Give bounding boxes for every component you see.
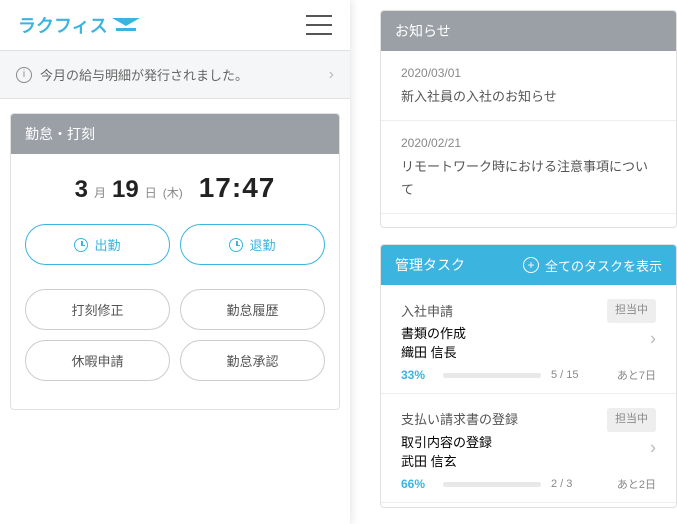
right-panel: お知らせ 2020/03/01 新入社員の入社のお知らせ 2020/02/21 … xyxy=(350,0,677,524)
news-item[interactable]: 2020/03/01 新入社員の入社のお知らせ xyxy=(381,51,676,121)
clock-out-label: 退勤 xyxy=(249,235,275,254)
news-item[interactable]: 2020/02/21 リモートワーク時における注意事項について xyxy=(381,121,676,214)
clock-icon xyxy=(74,238,88,252)
chevron-right-icon: › xyxy=(650,329,656,350)
task-subtitle: 書類の作成 xyxy=(401,323,656,342)
app-header: ラクフィス xyxy=(0,0,350,50)
progress-percent: 33% xyxy=(401,368,433,382)
clock-out-button[interactable]: 退勤 xyxy=(180,224,325,265)
month-value: 3 xyxy=(75,176,88,204)
attendance-approve-button[interactable]: 勤怠承認 xyxy=(180,340,325,381)
attendance-history-button[interactable]: 勤怠履歴 xyxy=(180,289,325,330)
month-unit: 月 xyxy=(94,184,106,201)
task-progress: 66% 2 / 3 あと2日 xyxy=(401,476,656,492)
leave-request-button[interactable]: 休暇申請 xyxy=(25,340,170,381)
chevron-right-icon: › xyxy=(329,66,334,84)
plus-circle-icon: + xyxy=(523,257,539,273)
brand-logo-icon xyxy=(112,18,140,32)
task-item[interactable]: 支払い請求書の登録 担当中 取引内容の登録 武田 信玄 › 66% 2 / 3 … xyxy=(381,394,676,503)
task-item-truncated[interactable]: 氏名変更申請 担当中 xyxy=(381,503,676,508)
news-title: お知らせ xyxy=(381,11,676,51)
progress-counts: 5 / 15 xyxy=(551,369,596,381)
left-panel: ラクフィス i 今月の給与明細が発行されました。 › 勤怠・打刻 3 月 19 … xyxy=(0,0,350,524)
more-label: もっと見る xyxy=(582,226,647,228)
edit-stamp-button[interactable]: 打刻修正 xyxy=(25,289,170,330)
clock-in-button[interactable]: 出勤 xyxy=(25,224,170,265)
progress-bar xyxy=(443,482,541,487)
time-value: 17:47 xyxy=(199,172,276,204)
news-card: お知らせ 2020/03/01 新入社員の入社のお知らせ 2020/02/21 … xyxy=(380,10,677,228)
news-text: 新入社員の入社のお知らせ xyxy=(401,85,656,108)
progress-counts: 2 / 3 xyxy=(551,478,596,490)
chevron-right-icon: › xyxy=(651,227,656,229)
status-badge: 担当中 xyxy=(607,299,656,323)
attendance-card: 勤怠・打刻 3 月 19 日 (木) 17:47 出勤 退勤 xyxy=(10,113,340,410)
tasks-title: 管理タスク xyxy=(395,255,465,275)
news-more-button[interactable]: もっと見る › xyxy=(381,214,676,228)
news-date: 2020/02/21 xyxy=(401,133,656,155)
progress-percent: 66% xyxy=(401,477,433,491)
task-item[interactable]: 入社申請 担当中 書類の作成 織田 信長 › 33% 5 / 15 あと7日 xyxy=(381,285,676,394)
brand-logo[interactable]: ラクフィス xyxy=(18,12,140,38)
tasks-card: 管理タスク + 全てのタスクを表示 入社申請 担当中 書類の作成 織田 信長 ›… xyxy=(380,244,677,508)
status-badge: 担当中 xyxy=(607,408,656,432)
progress-bar xyxy=(443,373,541,378)
clock-icon xyxy=(229,238,243,252)
current-datetime: 3 月 19 日 (木) 17:47 xyxy=(25,172,325,204)
show-all-label: 全てのタスクを表示 xyxy=(545,256,662,275)
task-progress: 33% 5 / 15 あと7日 xyxy=(401,367,656,383)
tasks-header: 管理タスク + 全てのタスクを表示 xyxy=(381,245,676,285)
chevron-right-icon: › xyxy=(650,438,656,459)
task-assignee: 織田 信長 xyxy=(401,342,656,361)
hamburger-menu-icon[interactable] xyxy=(306,15,332,35)
clock-in-label: 出勤 xyxy=(94,235,120,254)
notice-text: 今月の給与明細が発行されました。 xyxy=(40,65,248,84)
due-label: あと2日 xyxy=(606,476,656,492)
brand-name: ラクフィス xyxy=(18,12,108,38)
notice-banner[interactable]: i 今月の給与明細が発行されました。 › xyxy=(0,50,350,99)
show-all-tasks-button[interactable]: + 全てのタスクを表示 xyxy=(523,256,662,275)
attendance-title: 勤怠・打刻 xyxy=(11,114,339,154)
task-title: 支払い請求書の登録 xyxy=(401,408,518,431)
news-text: リモートワーク時における注意事項について xyxy=(401,155,656,202)
task-assignee: 武田 信玄 xyxy=(401,451,656,470)
task-subtitle: 取引内容の登録 xyxy=(401,432,656,451)
news-date: 2020/03/01 xyxy=(401,63,656,85)
due-label: あと7日 xyxy=(606,367,656,383)
task-title: 入社申請 xyxy=(401,300,453,323)
day-unit: 日 xyxy=(145,184,157,201)
day-of-week: (木) xyxy=(163,184,183,201)
info-icon: i xyxy=(16,67,32,83)
day-value: 19 xyxy=(112,176,139,204)
